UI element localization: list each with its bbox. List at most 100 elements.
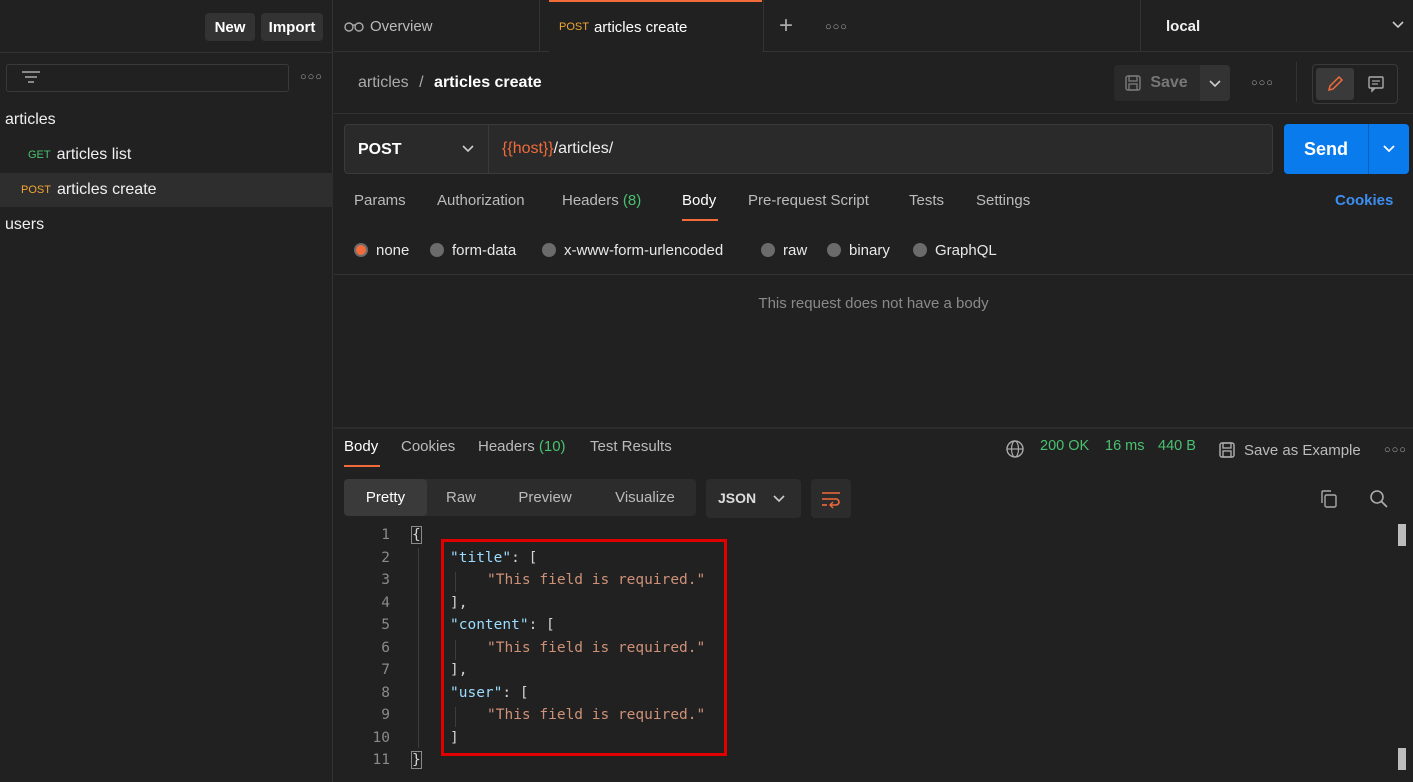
- radio-x-www-form-urlencoded[interactable]: x-www-form-urlencoded: [542, 240, 723, 260]
- comment-icon: [1368, 76, 1384, 93]
- tab-authorization[interactable]: Authorization: [437, 192, 525, 216]
- radio-graphql[interactable]: GraphQL: [913, 240, 997, 260]
- view-preview[interactable]: Preview: [495, 479, 595, 516]
- pencil-icon: [1327, 75, 1344, 92]
- response-tab-test-results[interactable]: Test Results: [590, 438, 672, 462]
- tab-articles-create[interactable]: POST articles create: [549, 0, 762, 52]
- page-title: articles create: [434, 74, 542, 91]
- chevron-down-icon: [462, 145, 474, 153]
- cookies-link[interactable]: Cookies: [1335, 192, 1393, 216]
- radio-label: x-www-form-urlencoded: [564, 241, 724, 259]
- response-tab-body[interactable]: Body: [344, 438, 378, 462]
- tab-overview[interactable]: Overview: [344, 0, 433, 52]
- request-more-icon[interactable]: ○○○: [1251, 77, 1274, 89]
- response-time[interactable]: 16 ms: [1105, 438, 1145, 462]
- status-code[interactable]: 200 OK: [1040, 438, 1089, 462]
- line-number: 8: [381, 685, 390, 701]
- new-tab-icon[interactable]: +: [779, 12, 793, 40]
- tab-params[interactable]: Params: [354, 192, 406, 216]
- send-button[interactable]: Send: [1284, 124, 1368, 174]
- headers-count: (8): [622, 192, 642, 209]
- method-label: POST: [358, 141, 402, 158]
- filter-icon: [22, 71, 40, 83]
- response-tab-cookies[interactable]: Cookies: [401, 438, 455, 462]
- filter-input[interactable]: [6, 64, 289, 92]
- copy-icon[interactable]: [1319, 489, 1339, 509]
- url-input[interactable]: {{host}}/articles/: [502, 140, 613, 158]
- chevron-down-icon: [773, 495, 785, 503]
- url-path: /articles/: [553, 140, 614, 157]
- tab-divider: [763, 0, 764, 52]
- radio-form-data[interactable]: form-data: [430, 240, 516, 260]
- tab-settings[interactable]: Settings: [976, 192, 1030, 216]
- sidebar-more-icon[interactable]: ○○○: [300, 71, 323, 83]
- line-number: 6: [381, 640, 390, 656]
- tabs-more-icon[interactable]: ○○○: [825, 21, 848, 33]
- radio-label: binary: [849, 241, 890, 259]
- line-number: 9: [381, 707, 390, 723]
- line-number: 7: [381, 662, 390, 678]
- chevron-down-icon: [1383, 145, 1395, 153]
- save-button[interactable]: Save: [1114, 65, 1198, 101]
- folder-label: articles: [5, 111, 56, 128]
- sidebar-item-articles-create[interactable]: POST articles create: [0, 173, 333, 207]
- tab-label: Overview: [370, 17, 433, 35]
- tab-headers[interactable]: Headers (8): [562, 192, 641, 216]
- tab-body[interactable]: Body: [682, 192, 716, 216]
- scrollbar-thumb[interactable]: [1398, 748, 1406, 770]
- radio-none[interactable]: none: [354, 240, 409, 260]
- response-tab-headers[interactable]: Headers (10): [478, 438, 566, 462]
- wrap-lines-icon: [822, 492, 840, 509]
- response-size[interactable]: 440 B: [1158, 438, 1196, 462]
- view-pretty[interactable]: Pretty: [344, 479, 427, 516]
- scrollbar-thumb[interactable]: [1398, 524, 1406, 546]
- save-icon: [1125, 75, 1142, 91]
- radio-label: raw: [783, 241, 808, 259]
- body-separator: [334, 274, 1413, 275]
- radio-label: GraphQL: [935, 241, 997, 259]
- radio-dot: [761, 243, 775, 257]
- sidebar-item-articles-list[interactable]: GET articles list: [0, 138, 333, 172]
- radio-raw[interactable]: raw: [761, 240, 807, 260]
- radio-label: none: [376, 241, 410, 259]
- wrap-lines-button[interactable]: [811, 479, 851, 518]
- save-dropdown-button[interactable]: [1200, 65, 1230, 101]
- headers-count: (10): [538, 438, 566, 455]
- line-number: 5: [381, 617, 390, 633]
- method-select[interactable]: POST: [345, 125, 489, 173]
- tab-tests[interactable]: Tests: [909, 192, 944, 216]
- sidebar-divider: [0, 52, 333, 53]
- radio-dot: [827, 243, 841, 257]
- globe-icon[interactable]: [1005, 439, 1025, 459]
- send-dropdown-button[interactable]: [1369, 124, 1409, 174]
- line-number: 3: [381, 572, 390, 588]
- save-icon: [1219, 442, 1235, 458]
- chevron-down-icon: [1209, 80, 1221, 88]
- highlight-box: [441, 539, 727, 756]
- import-button[interactable]: Import: [261, 13, 323, 41]
- breadcrumb: articles / articles create: [358, 74, 542, 92]
- radio-binary[interactable]: binary: [827, 240, 890, 260]
- format-select[interactable]: JSON: [706, 479, 801, 518]
- radio-label: form-data: [452, 241, 517, 259]
- header-divider: [1296, 62, 1297, 102]
- environment-select[interactable]: local: [1141, 0, 1413, 52]
- tab-pre-request-script[interactable]: Pre-request Script: [748, 192, 869, 216]
- sidebar-item-label: articles list: [56, 146, 132, 163]
- save-as-example-button[interactable]: Save as Example: [1218, 438, 1361, 462]
- view-raw[interactable]: Raw: [427, 479, 495, 516]
- response-more-icon[interactable]: ○○○: [1384, 444, 1407, 456]
- tab-label: Headers: [562, 192, 619, 209]
- sidebar-folder-articles[interactable]: articles: [0, 103, 333, 137]
- sidebar-folder-users[interactable]: users: [0, 208, 333, 242]
- search-icon[interactable]: [1369, 489, 1389, 509]
- view-toggle: [1312, 64, 1398, 104]
- line-number: 1: [381, 527, 390, 543]
- view-visualize[interactable]: Visualize: [595, 479, 695, 516]
- new-button[interactable]: New: [205, 13, 255, 41]
- pane-resizer[interactable]: [334, 427, 1413, 429]
- comments-button[interactable]: [1357, 68, 1395, 100]
- breadcrumb-parent[interactable]: articles: [358, 74, 409, 91]
- method-badge: POST: [559, 21, 589, 33]
- edit-button[interactable]: [1316, 68, 1354, 100]
